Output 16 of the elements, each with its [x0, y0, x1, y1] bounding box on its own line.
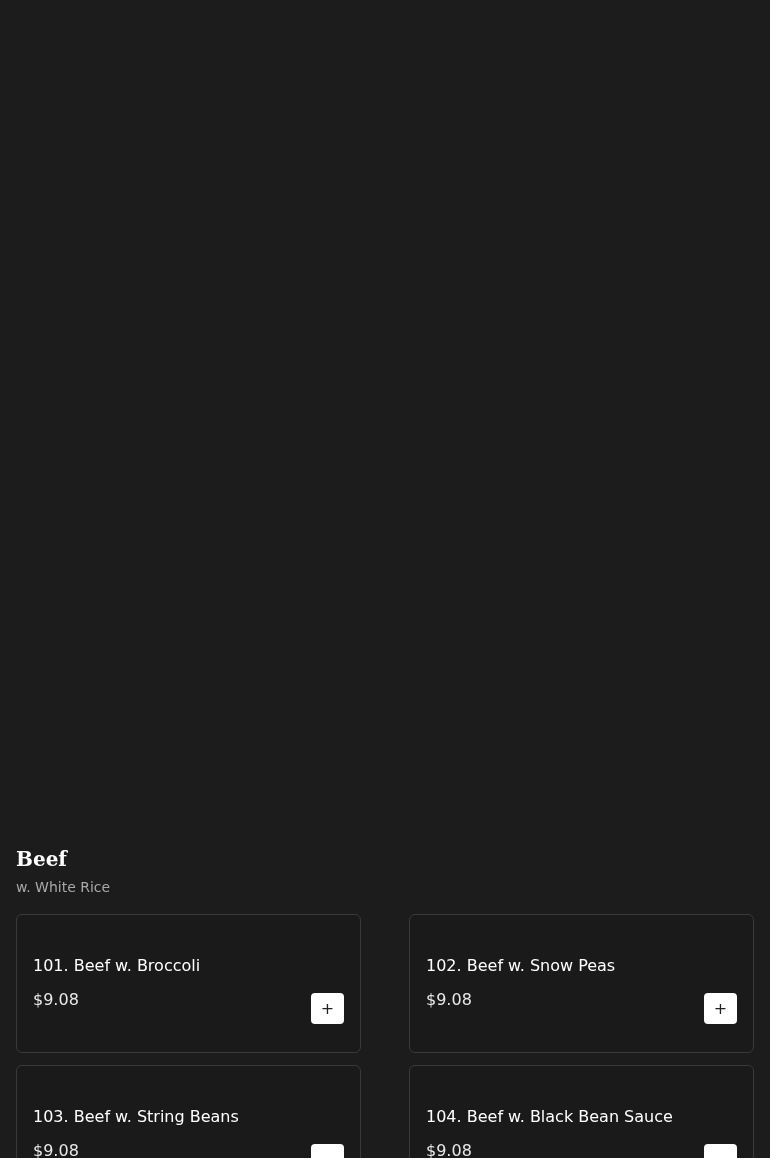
section-title: Beef [16, 846, 67, 872]
item-name: 103. Beef w. String Beans [33, 1106, 240, 1128]
item-price: $9.08 [426, 990, 472, 1010]
menu-item-card[interactable]: 102. Beef w. Snow Peas $9.08 + [409, 914, 754, 1053]
add-button[interactable]: + [311, 993, 344, 1024]
add-button[interactable]: + [704, 993, 737, 1024]
item-name: 102. Beef w. Snow Peas [426, 955, 617, 977]
item-price: $9.08 [33, 1141, 79, 1158]
menu-item-card[interactable]: 101. Beef w. Broccoli $9.08 + [16, 914, 361, 1053]
menu-item-card[interactable]: 103. Beef w. String Beans $9.08 [16, 1065, 361, 1158]
section-subtitle: w. White Rice [16, 878, 111, 896]
item-name: 101. Beef w. Broccoli [33, 955, 202, 977]
menu-item-card[interactable]: 104. Beef w. Black Bean Sauce $9.08 [409, 1065, 754, 1158]
item-name: 104. Beef w. Black Bean Sauce [426, 1106, 674, 1128]
item-price: $9.08 [33, 990, 79, 1010]
item-price: $9.08 [426, 1141, 472, 1158]
